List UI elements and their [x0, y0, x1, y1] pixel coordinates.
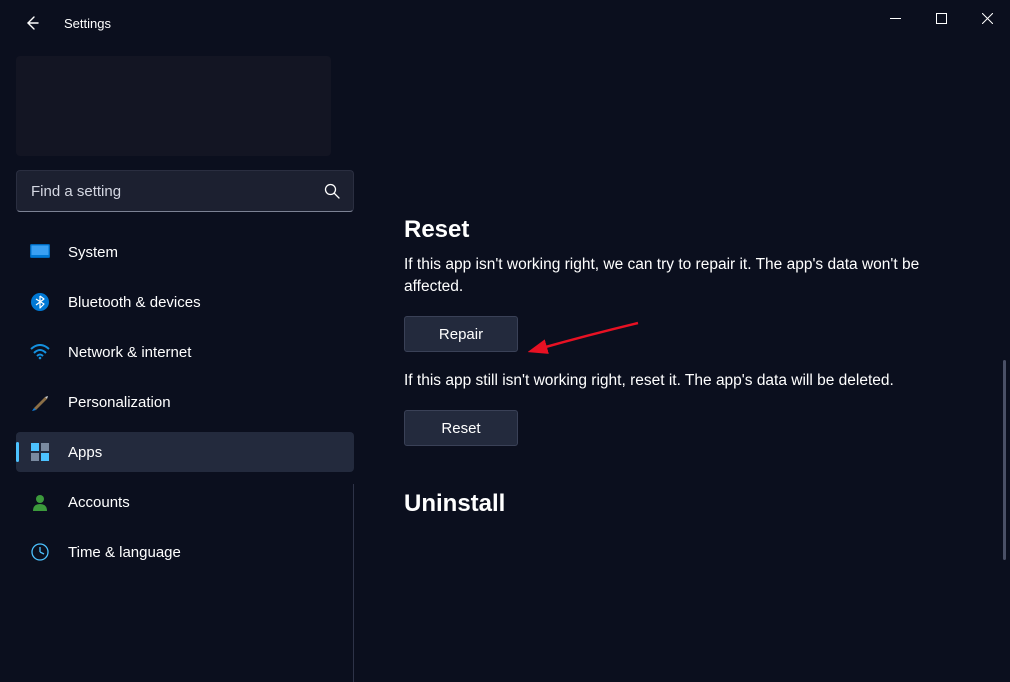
wifi-icon: [30, 342, 50, 362]
main-content: Reset If this app isn't working right, w…: [404, 0, 1010, 582]
app-title: Settings: [64, 16, 111, 31]
nav: System Bluetooth & devices Network & int…: [16, 232, 354, 572]
sidebar: System Bluetooth & devices Network & int…: [0, 46, 370, 582]
reset-description: If this app still isn't working right, r…: [404, 370, 1004, 392]
sidebar-item-apps[interactable]: Apps: [16, 432, 354, 472]
sidebar-item-personalization[interactable]: Personalization: [16, 382, 354, 422]
search-wrap: [16, 170, 354, 212]
sidebar-item-label: Bluetooth & devices: [68, 294, 201, 311]
sidebar-item-bluetooth[interactable]: Bluetooth & devices: [16, 282, 354, 322]
sidebar-item-label: Time & language: [68, 544, 181, 561]
sidebar-item-label: System: [68, 244, 118, 261]
uninstall-heading: Uninstall: [404, 490, 1010, 518]
scrollbar[interactable]: [1003, 360, 1006, 560]
reset-heading: Reset: [404, 216, 1010, 244]
sidebar-item-time-language[interactable]: Time & language: [16, 532, 354, 572]
sidebar-item-label: Personalization: [68, 394, 171, 411]
display-icon: [30, 242, 50, 262]
sidebar-item-label: Apps: [68, 444, 102, 461]
reset-button[interactable]: Reset: [404, 410, 518, 446]
back-button[interactable]: [12, 3, 52, 43]
apps-icon: [30, 442, 50, 462]
repair-button-label: Repair: [439, 326, 483, 343]
sidebar-item-label: Accounts: [68, 494, 130, 511]
sidebar-item-network[interactable]: Network & internet: [16, 332, 354, 372]
search-icon: [324, 183, 340, 199]
bluetooth-icon: [30, 292, 50, 312]
search-input[interactable]: [16, 170, 354, 212]
repair-button[interactable]: Repair: [404, 316, 518, 352]
profile-block: [16, 56, 331, 156]
reset-button-label: Reset: [441, 420, 480, 437]
person-icon: [30, 492, 50, 512]
globe-clock-icon: [30, 542, 50, 562]
paintbrush-icon: [30, 392, 50, 412]
repair-description: If this app isn't working right, we can …: [404, 254, 964, 298]
sidebar-item-system[interactable]: System: [16, 232, 354, 272]
back-arrow-icon: [23, 14, 41, 32]
sidebar-item-label: Network & internet: [68, 344, 191, 361]
sidebar-item-accounts[interactable]: Accounts: [16, 482, 354, 522]
